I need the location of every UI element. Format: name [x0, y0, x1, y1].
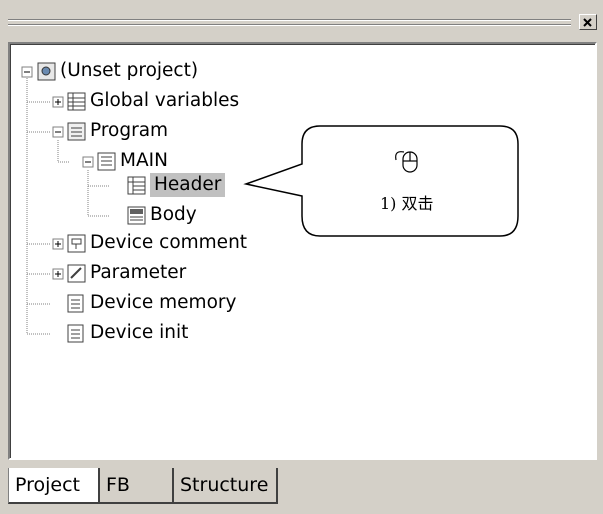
- tree-item-main[interactable]: MAIN: [120, 149, 168, 173]
- tree-item-device-comment[interactable]: Device comment: [90, 231, 247, 255]
- device-memory-icon: [67, 294, 84, 313]
- program-icon: [67, 122, 86, 141]
- tree-item-body[interactable]: Body: [150, 203, 197, 227]
- tree-item-device-memory[interactable]: Device memory: [90, 291, 236, 315]
- header-icon: [127, 176, 146, 195]
- tree-item-header[interactable]: Header: [150, 173, 226, 197]
- callout-bubble: [243, 125, 519, 237]
- titlebar-grip-line: [8, 19, 571, 21]
- body-icon: [127, 206, 146, 225]
- tree-item-unset-project[interactable]: (Unset project): [60, 59, 198, 83]
- tab-fb[interactable]: FB: [100, 468, 174, 504]
- tab-structure[interactable]: Structure: [174, 468, 278, 504]
- tree-item-parameter[interactable]: Parameter: [90, 261, 186, 285]
- titlebar-grip-line: [8, 24, 571, 26]
- tree-item-device-init[interactable]: Device init: [90, 321, 188, 345]
- tab-project[interactable]: Project: [8, 468, 100, 504]
- device-comment-icon: [67, 234, 86, 253]
- close-button[interactable]: [579, 14, 597, 30]
- device-init-icon: [67, 324, 84, 343]
- tree-item-global-variables[interactable]: Global variables: [90, 89, 239, 113]
- table-icon: [67, 92, 86, 111]
- callout-label: 1) 双击: [380, 194, 434, 213]
- project-tree-panel[interactable]: (Unset project) Global variables Program MA…: [8, 42, 597, 460]
- panel-titlebar: [4, 12, 599, 34]
- document-icon: [97, 152, 116, 171]
- close-icon: [583, 18, 592, 27]
- tree-item-program[interactable]: Program: [90, 119, 168, 143]
- parameter-icon: [67, 264, 86, 283]
- project-icon: [37, 62, 56, 81]
